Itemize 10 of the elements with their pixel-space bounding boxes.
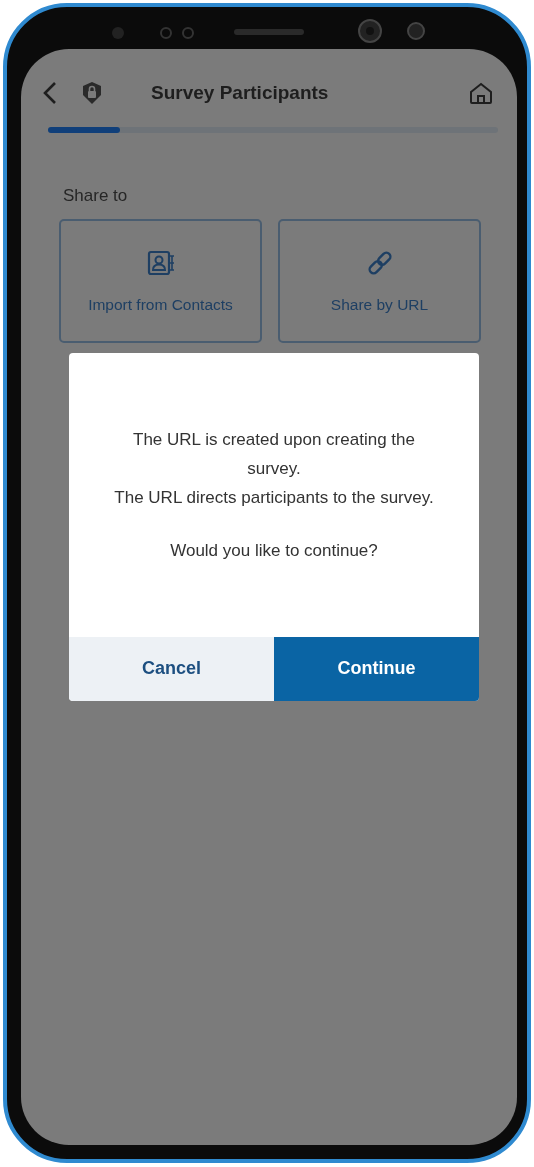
back-icon[interactable] bbox=[43, 81, 57, 105]
home-icon[interactable] bbox=[469, 81, 493, 105]
cancel-button[interactable]: Cancel bbox=[69, 636, 274, 701]
section-label: Share to bbox=[63, 185, 129, 207]
dialog-message: The URL is created upon creating the survey. The URL directs participants to the survey. bbox=[114, 428, 434, 509]
page-title: Survey Participants bbox=[151, 80, 330, 105]
contacts-icon bbox=[145, 249, 176, 278]
continue-button[interactable]: Continue bbox=[274, 636, 479, 701]
shield-lock-icon[interactable] bbox=[81, 81, 103, 105]
dialog-question: Would you like to continue? bbox=[169, 539, 379, 562]
